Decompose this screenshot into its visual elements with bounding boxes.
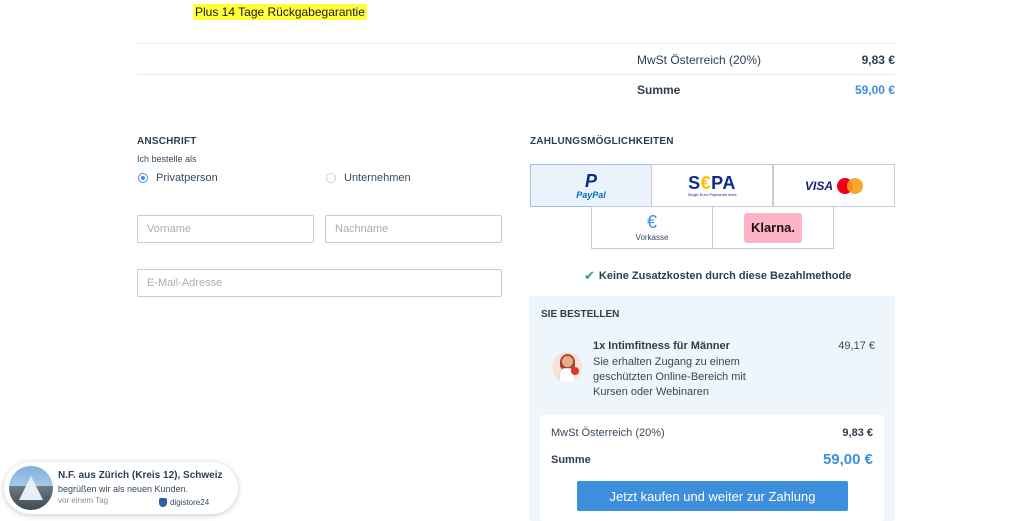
no-fee-notice: ✔ Keine Zusatzkosten durch diese Bezahlm…	[584, 268, 851, 284]
top-sum-value: 59,00 €	[854, 83, 895, 97]
vat-label: MwSt Österreich (20%)	[551, 427, 665, 439]
payment-klarna[interactable]: Klarna.	[712, 206, 834, 249]
divider	[137, 43, 895, 44]
product-name: 1x Intimfitness für Männer	[593, 340, 730, 352]
product-description: Sie erhalten Zugang zu einem geschützten…	[593, 356, 746, 398]
payment-vorkasse[interactable]: € Vorkasse	[591, 206, 713, 249]
radio-unternehmen-label: Unternehmen	[344, 172, 411, 184]
toast-time: vor einem Tag	[58, 496, 109, 505]
divider	[137, 74, 895, 75]
toast-customer: N.F. aus Zürich (Kreis 12), Schweiz	[58, 470, 223, 481]
top-sum-label: Summe	[637, 83, 681, 97]
euro-icon: €	[646, 212, 657, 232]
guarantee-highlight: Plus 14 Tage Rückgabegarantie	[193, 4, 367, 20]
radio-privatperson[interactable]: Privatperson	[138, 172, 218, 184]
payment-title: ZAHLUNGSMÖGLICHKEITEN	[530, 136, 674, 147]
top-sum-row: Summe 59,00 €	[637, 83, 895, 97]
sepa-icon: S€PA	[688, 174, 736, 192]
shield-icon	[159, 498, 167, 507]
top-vat-row: MwSt Österreich (20%) 9,83 €	[637, 53, 895, 67]
sepa-e: €	[700, 173, 712, 193]
sum-label: Summe	[551, 453, 591, 466]
sepa-pa: PA	[711, 173, 736, 193]
first-name-input[interactable]	[137, 215, 314, 243]
radio-checked-icon[interactable]	[138, 173, 148, 183]
product-price: 49,17 €	[838, 340, 875, 352]
radio-unchecked-icon[interactable]	[326, 173, 336, 183]
paypal-label: PayPal	[576, 189, 606, 200]
sum-row: Summe 59,00 €	[551, 451, 873, 468]
order-title: SIE BESTELLEN	[541, 309, 620, 320]
order-totals: MwSt Österreich (20%) 9,83 € Summe 59,00…	[540, 415, 884, 521]
no-fee-text: Keine Zusatzkosten durch diese Bezahlmet…	[598, 270, 852, 282]
digistore-logo: digistore24	[159, 498, 209, 507]
vat-value: 9,83 €	[842, 427, 873, 439]
paypal-icon: P	[584, 170, 597, 191]
mountain-image	[9, 466, 53, 510]
buy-button[interactable]: Jetzt kaufen und weiter zur Zahlung	[577, 481, 848, 511]
order-summary-panel: SIE BESTELLEN 1x Intimfitness für Männer…	[529, 296, 895, 521]
payment-paypal[interactable]: P PayPal	[530, 164, 652, 207]
toast-message: begrüßen wir als neuen Kunden.	[58, 484, 189, 494]
top-vat-value: 9,83 €	[861, 53, 895, 67]
email-input[interactable]	[137, 269, 502, 297]
sepa-sub-label: Single Euro Payments Area	[687, 192, 737, 197]
top-vat-label: MwSt Österreich (20%)	[637, 53, 762, 67]
social-proof-toast[interactable]: N.F. aus Zürich (Kreis 12), Schweiz begr…	[4, 462, 238, 514]
payment-sepa[interactable]: S€PA Single Euro Payments Area	[651, 164, 773, 207]
card-logos: VISA	[804, 177, 863, 194]
last-name-input[interactable]	[325, 215, 502, 243]
vat-row: MwSt Österreich (20%) 9,83 €	[551, 427, 873, 439]
order-as-label: Ich bestelle als	[137, 154, 197, 164]
radio-unternehmen[interactable]: Unternehmen	[326, 172, 411, 184]
sepa-s: S	[688, 173, 701, 193]
checkmark-icon: ✔	[584, 268, 595, 283]
klarna-icon: Klarna.	[744, 212, 802, 243]
vorkasse-label: Vorkasse	[635, 233, 669, 242]
sum-value: 59,00 €	[822, 451, 873, 468]
mastercard-icon	[837, 177, 863, 194]
visa-icon: VISA	[804, 178, 833, 193]
address-title: ANSCHRIFT	[137, 136, 197, 147]
radio-privatperson-label: Privatperson	[156, 172, 218, 184]
payment-card[interactable]: VISA	[773, 164, 895, 207]
product-image	[552, 352, 582, 382]
toast-brand-label: digistore24	[170, 498, 210, 507]
